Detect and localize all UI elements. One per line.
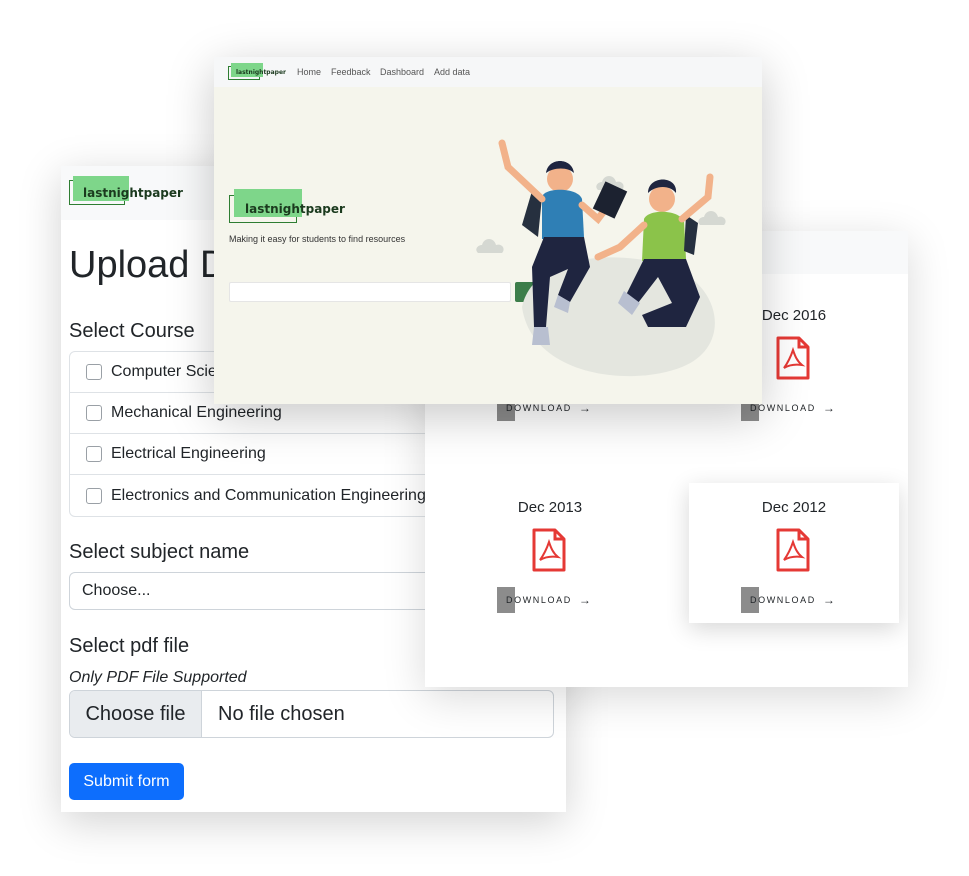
submit-button[interactable]: Submit form	[69, 763, 184, 800]
logo[interactable]: lastnightpaper	[69, 176, 183, 208]
download-label: DOWNLOAD	[506, 595, 572, 605]
course-label: Electrical Engineering	[111, 445, 266, 462]
checkbox[interactable]	[86, 446, 102, 462]
logo[interactable]: lastnightpaper	[228, 63, 286, 83]
checkbox[interactable]	[86, 487, 102, 504]
paper-date: Dec 2013	[517, 499, 583, 516]
arrow-right-icon: →	[822, 593, 835, 607]
file-status: No file chosen	[218, 702, 345, 725]
nav-dashboard[interactable]: Dashboard	[380, 67, 424, 77]
home-window: lastnightpaper Home Feedback Dashboard A…	[214, 57, 762, 404]
download-button[interactable]: DOWNLOAD →	[741, 587, 835, 613]
pdf-icon[interactable]	[531, 528, 567, 572]
arrow-right-icon: →	[578, 593, 591, 607]
file-input[interactable]: Choose file No file chosen	[69, 690, 554, 738]
nav-home[interactable]: Home	[297, 67, 321, 77]
course-heading: Select Course	[69, 320, 195, 342]
pdf-heading: Select pdf file	[69, 635, 190, 657]
download-button[interactable]: DOWNLOAD →	[497, 587, 591, 613]
search-input[interactable]	[229, 282, 511, 302]
pdf-icon[interactable]	[775, 528, 811, 572]
pdf-icon[interactable]	[775, 336, 811, 380]
download-label: DOWNLOAD	[750, 595, 816, 605]
subject-heading: Select subject name	[69, 541, 250, 563]
paper-card: Dec 2012 DOWNLOAD →	[689, 483, 899, 623]
course-label: Mechanical Engineering	[111, 404, 282, 421]
navbar: lastnightpaper Home Feedback Dashboard A…	[214, 57, 762, 87]
choose-file-button[interactable]: Choose file	[70, 691, 202, 737]
hero-logo: lastnightpaper	[229, 189, 349, 225]
checkbox[interactable]	[86, 364, 102, 380]
students-illustration	[476, 139, 726, 377]
nav-feedback[interactable]: Feedback	[331, 67, 371, 77]
course-label: Electronics and Communication Engineerin…	[111, 486, 426, 504]
pdf-hint: Only PDF File Supported	[69, 669, 247, 686]
download-label: DOWNLOAD	[750, 403, 816, 413]
download-label: DOWNLOAD	[506, 403, 572, 413]
tagline: Making it easy for students to find reso…	[229, 234, 406, 244]
nav-add-data[interactable]: Add data	[434, 67, 470, 77]
paper-card: Dec 2013 DOWNLOAD →	[445, 483, 655, 623]
arrow-right-icon: →	[822, 401, 835, 415]
checkbox[interactable]	[86, 405, 102, 421]
paper-date: Dec 2012	[761, 499, 827, 516]
